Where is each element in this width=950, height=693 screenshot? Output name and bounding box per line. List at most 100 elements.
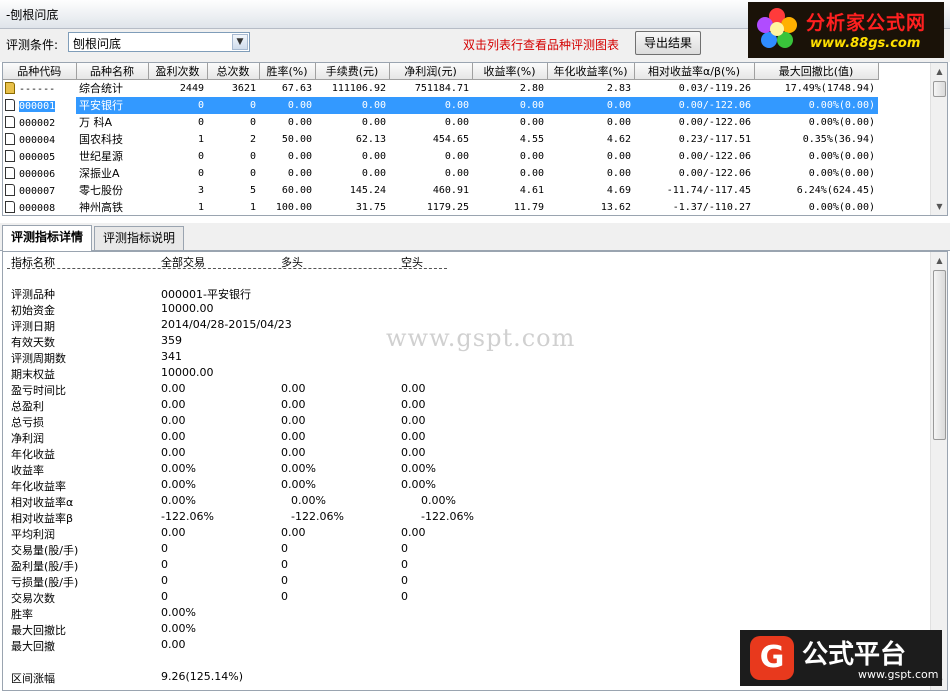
cell-profit: 0.00 [444, 167, 469, 179]
cell-wins: 0 [148, 96, 207, 114]
flower-logo-icon [757, 8, 797, 48]
scroll-down-icon[interactable]: ▼ [931, 198, 947, 215]
tab-metric-details[interactable]: 评测指标详情 [2, 225, 92, 251]
tab-metric-description[interactable]: 评测指标说明 [94, 226, 184, 250]
cell-annual: 0.00 [606, 167, 631, 179]
cell-name: 国农科技 [79, 133, 123, 146]
metric-value: 0.00% [401, 478, 436, 491]
cell-ret: 0.00 [472, 96, 547, 114]
column-header[interactable]: 收益率(%) [472, 63, 548, 80]
detail-row: 盈亏时间比 0.00 0.00 0.00 [7, 382, 607, 398]
cell-fee: 62.13 [355, 133, 386, 145]
cell-annual: 13.62 [600, 201, 631, 213]
cell-total: 0 [249, 150, 256, 162]
column-header[interactable]: 净利润(元) [389, 63, 473, 80]
metric-value: 0 [281, 542, 288, 555]
cell-winrate: 0.00 [287, 167, 312, 179]
table-row[interactable]: 000001 平安银行 0 0 0.00 0.00 0.00 0.00 0.00 0.00/-12… [3, 96, 878, 114]
metric-value: 0 [161, 590, 168, 603]
column-header[interactable]: 相对收益率α/β(%) [634, 63, 755, 80]
cell-winrate: 67.63 [281, 82, 312, 94]
column-header[interactable]: 总次数 [207, 63, 260, 80]
table-scrollbar[interactable]: ▲ ▼ [930, 63, 947, 215]
cell-ret: 4.61 [519, 184, 544, 196]
table-row[interactable]: 000008 神州高铁 1 1 100.00 31.75 1179.25 11.79 13.62… [3, 199, 878, 216]
cell-wins: 0 [197, 167, 204, 179]
metric-name: 初始资金 [11, 304, 55, 317]
metric-name: 年化收益 [11, 448, 55, 461]
fxj-logo-url: www.88gs.com [810, 36, 921, 51]
scroll-up-icon[interactable]: ▲ [931, 63, 947, 80]
metric-name: 亏损量(股/手) [11, 576, 79, 589]
cell-wins: 0 [197, 116, 204, 128]
metric-name: 最大回撤 [11, 640, 55, 653]
code-text: 000004 [19, 134, 56, 146]
cell-winrate: 60.00 [281, 184, 312, 196]
column-header[interactable]: 胜率(%) [259, 63, 316, 80]
cell-code: 000004 [3, 131, 76, 148]
column-header[interactable]: 年化收益率(%) [547, 63, 635, 80]
detail-scroll-thumb[interactable] [933, 270, 946, 440]
cell-annual: 0.00 [547, 96, 634, 114]
table-row[interactable]: 000004 国农科技 1 2 50.00 62.13 454.65 4.55 4.62 0.23… [3, 131, 878, 148]
cell-ret: 0.00 [519, 150, 544, 162]
column-header[interactable]: 最大回撤比(值) [754, 63, 879, 80]
metric-value: 0.00 [401, 382, 426, 395]
condition-select[interactable]: 刨根问底 ▼ [68, 32, 250, 52]
code-text: 000006 [19, 168, 56, 180]
cell-winrate: 0.00 [287, 150, 312, 162]
detail-row: 交易次数 0 0 0 [7, 590, 607, 606]
table-row[interactable]: 000007 零七股份 3 5 60.00 145.24 460.91 4.61 4.69 -11… [3, 182, 878, 199]
detail-scrollbar[interactable]: ▲ ▼ [930, 252, 947, 690]
cell-dd: 0.00%(0.00) [808, 116, 875, 128]
condition-label: 评测条件: [6, 38, 59, 52]
cell-wins: 1 [197, 133, 204, 145]
cell-annual: 0.00 [606, 116, 631, 128]
table-row[interactable]: 000006 深振业A 0 0 0.00 0.00 0.00 0.00 0.00 0.00/-12… [3, 165, 878, 182]
code-text: 000002 [19, 117, 56, 129]
column-header[interactable]: 手续费(元) [315, 63, 390, 80]
detail-row: 区间涨幅 9.26(125.14%) [7, 670, 607, 686]
table-scroll-thumb[interactable] [933, 81, 946, 97]
scroll-up-icon[interactable]: ▲ [931, 252, 947, 269]
table-row[interactable]: ------ 综合统计 2449 3621 67.63 111106.92 751184.7… [3, 80, 878, 97]
chevron-down-icon[interactable]: ▼ [232, 34, 248, 50]
column-header[interactable]: 品种名称 [76, 63, 149, 80]
metric-value: -122.06% [421, 510, 474, 523]
metric-name: 平均利润 [11, 528, 55, 541]
metric-value: 9.26(125.14%) [161, 670, 244, 683]
metric-value: 0 [161, 558, 168, 571]
metric-value: 0 [161, 574, 168, 587]
detail-row: 盈利量(股/手) 0 0 0 [7, 558, 607, 574]
results-table: 品种代码 品种名称 盈利次数 总次数 胜率(%) 手续费(元) 净利润(元) 收… [2, 62, 948, 216]
cell-ret: 11.79 [513, 201, 544, 213]
document-icon [5, 115, 15, 128]
cell-total: 0 [207, 96, 259, 114]
metric-value: 0.00 [401, 398, 426, 411]
cell-dd: 0.35%(36.94) [802, 133, 875, 145]
metric-name: 区间涨幅 [11, 672, 55, 685]
table-row[interactable]: 000002 万 科A 0 0 0.00 0.00 0.00 0.00 0.00 0.00/-12… [3, 114, 878, 131]
metric-value: 0.00 [161, 638, 186, 651]
metric-name: 评测周期数 [11, 352, 66, 365]
code-text: 000008 [19, 202, 56, 214]
metric-value: 0.00 [401, 446, 426, 459]
code-text: 000001 [19, 100, 56, 112]
column-header[interactable]: 盈利次数 [148, 63, 208, 80]
cell-profit: 0.00 [444, 150, 469, 162]
detail-row: 胜率 0.00% [7, 606, 607, 622]
table-row[interactable]: 000005 世纪星源 0 0 0.00 0.00 0.00 0.00 0.00 0.00/-12… [3, 148, 878, 165]
cell-total: 3621 [231, 82, 256, 94]
cell-annual: 0.00 [606, 150, 631, 162]
cell-profit: 0.00 [389, 96, 472, 114]
detail-divider [7, 268, 447, 269]
detail-row: 相对收益率β -122.06% -122.06% -122.06% [7, 510, 607, 526]
detail-row: 交易量(股/手) 0 0 0 [7, 542, 607, 558]
column-header[interactable]: 品种代码 [3, 63, 77, 80]
cell-ab: 0.00/-122.06 [678, 116, 751, 128]
document-icon [5, 200, 15, 213]
detail-row: 总盈利 0.00 0.00 0.00 [7, 398, 607, 414]
export-results-button[interactable]: 导出结果 [635, 31, 701, 55]
cell-total: 1 [249, 201, 256, 213]
detail-row: 亏损量(股/手) 0 0 0 [7, 574, 607, 590]
